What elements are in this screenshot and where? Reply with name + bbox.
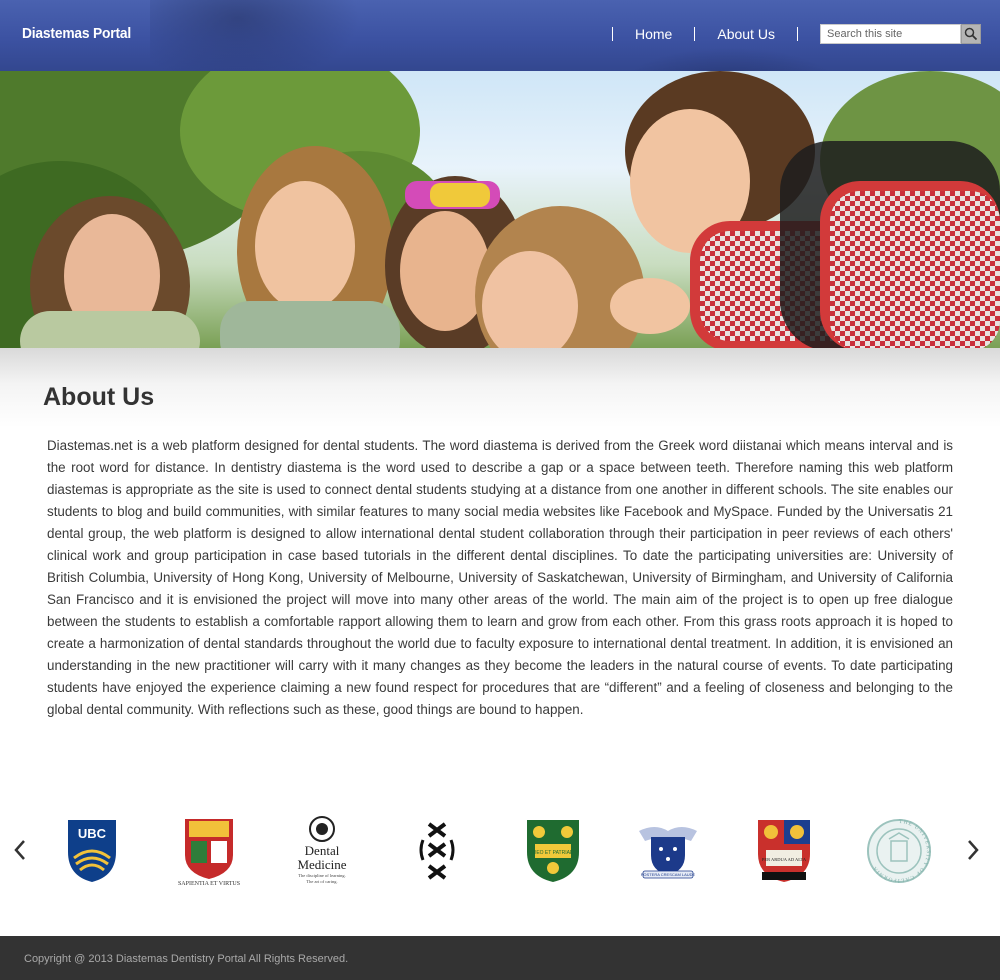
usask-motto-text: DEO ET PATRIAE (533, 850, 574, 856)
search-icon (964, 27, 978, 41)
header-foliage-decoration (150, 0, 370, 71)
hku-logo[interactable]: SAPIENTIA ET VIRTUS (174, 815, 244, 887)
birmingham-logo[interactable]: PER ARDUA AD ALTA (749, 815, 819, 887)
ubc-crest-icon: UBC (68, 820, 116, 882)
students-smiling-photo (0, 71, 1000, 348)
hku-motto-text: SAPIENTIA ET VIRTUS (178, 881, 240, 887)
carousel-prev-button[interactable] (12, 838, 28, 862)
chevron-right-icon (968, 840, 979, 860)
site-logo[interactable]: Diastemas Portal (22, 25, 131, 42)
university-logo-carousel: UBC SAPIENTIA ET VIRTUS Dental Medicine … (0, 810, 1000, 890)
chevron-left-icon (14, 840, 25, 860)
site-search (820, 24, 981, 44)
header-foliage-decoration (600, 40, 860, 71)
dental-medicine-logo[interactable]: Dental Medicine The discipline of learni… (287, 815, 357, 887)
uc-seal-logo[interactable]: THE UNIVERSITY OF CALIFORNIA (864, 815, 934, 887)
uva-xxx-icon (419, 822, 455, 880)
dental-medicine-tagline-line1: The discipline of learning. (298, 873, 346, 878)
search-input[interactable] (820, 24, 961, 44)
melbourne-motto-text: POSTERA CRESCAM LAUDE (641, 872, 696, 877)
uc-seal-icon: THE UNIVERSITY OF CALIFORNIA (867, 819, 931, 883)
nav-home-link[interactable]: Home (613, 26, 694, 42)
dental-medicine-title-line1: Dental (305, 843, 340, 858)
page-title: About Us (43, 383, 155, 411)
ubc-logo[interactable]: UBC (57, 815, 127, 887)
hku-crest-icon: SAPIENTIA ET VIRTUS (178, 819, 240, 887)
search-button[interactable] (961, 24, 981, 44)
melbourne-crest-icon: POSTERA CRESCAM LAUDE (639, 827, 697, 879)
copyright-text: Copyright @ 2013 Diastemas Dentistry Por… (24, 953, 349, 965)
site-header: Diastemas Portal Home About Us (0, 0, 1000, 71)
site-footer: Copyright @ 2013 Diastemas Dentistry Por… (0, 936, 1000, 980)
hero-banner (0, 71, 1000, 348)
carousel-next-button[interactable] (965, 838, 981, 862)
main-nav: Home About Us (612, 24, 798, 44)
melbourne-logo[interactable]: POSTERA CRESCAM LAUDE (633, 815, 703, 887)
usask-logo[interactable]: DEO ET PATRIAE (518, 815, 588, 887)
nav-about-link[interactable]: About Us (695, 26, 797, 42)
dental-medicine-title-line2: Medicine (297, 857, 346, 872)
about-body-text: Diastemas.net is a web platform designed… (47, 438, 953, 717)
uva-logo[interactable] (402, 815, 472, 887)
birmingham-motto-text: PER ARDUA AD ALTA (762, 857, 807, 862)
birmingham-crest-icon: PER ARDUA AD ALTA (758, 820, 810, 882)
dental-medicine-seal-icon: Dental Medicine The discipline of learni… (297, 816, 347, 884)
dental-medicine-tagline-line2: The art of caring. (306, 879, 337, 884)
nav-divider (796, 27, 798, 41)
usask-crest-icon: DEO ET PATRIAE (527, 820, 579, 882)
ubc-logo-text: UBC (78, 826, 107, 841)
